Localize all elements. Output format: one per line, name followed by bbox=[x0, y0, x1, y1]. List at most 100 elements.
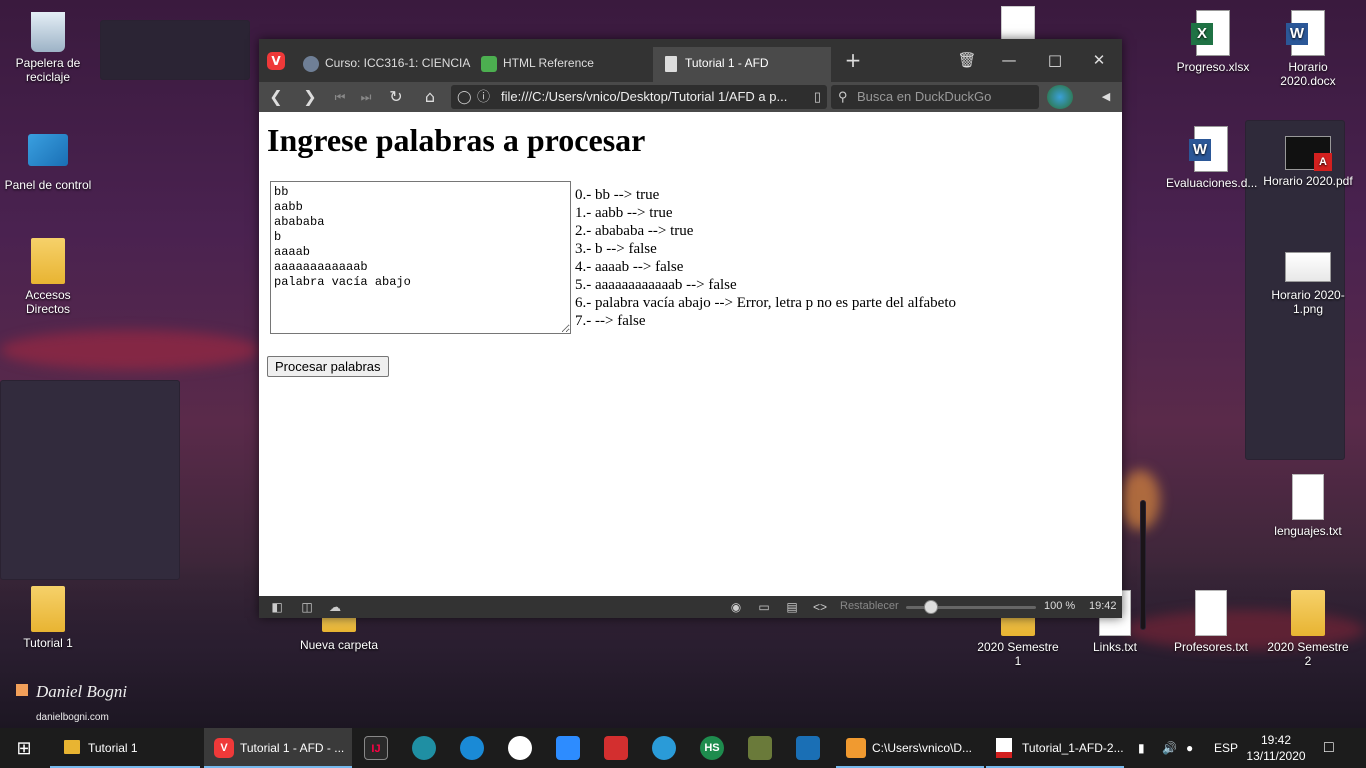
language-indicator[interactable]: ESP bbox=[1214, 728, 1238, 768]
shield-icon[interactable]: ◯ bbox=[457, 85, 472, 109]
url-text: file:///C:/Users/vnico/Desktop/Tutorial … bbox=[501, 89, 788, 104]
start-button[interactable]: ⊞ bbox=[0, 728, 48, 768]
window-icon[interactable]: ▭ bbox=[756, 600, 772, 614]
home-button[interactable]: ⌂ bbox=[419, 86, 441, 108]
status-clock: 19:42 bbox=[1089, 600, 1117, 612]
sync-cloud-icon[interactable]: ☁ bbox=[327, 600, 343, 614]
search-input[interactable]: ⚲ Busca en DuckDuckGo bbox=[831, 85, 1039, 109]
desktop-icon-evaluaciones[interactable]: Evaluaciones.d... bbox=[1166, 126, 1257, 190]
excel-file-icon bbox=[1191, 10, 1230, 56]
taskbar-item-label: C:\Users\vnico\D... bbox=[872, 741, 973, 755]
taskbar-item-pdf[interactable]: Tutorial_1-AFD-2... bbox=[986, 728, 1124, 768]
thunderbird-icon[interactable] bbox=[460, 736, 484, 760]
desktop-icon-label: Panel de control bbox=[4, 178, 92, 192]
code-icon[interactable]: <> bbox=[812, 600, 828, 614]
desktop-icon-control-panel[interactable]: Panel de control bbox=[3, 130, 93, 192]
desktop-file-thumbnail[interactable] bbox=[1001, 6, 1035, 40]
word-file-icon bbox=[1189, 126, 1228, 172]
zoom-slider-handle[interactable] bbox=[924, 600, 938, 614]
tiling-icon[interactable]: ◫ bbox=[299, 600, 315, 614]
tool-icon[interactable] bbox=[748, 736, 772, 760]
result-line: 3.- b --> false bbox=[575, 241, 657, 257]
watermark-name: Daniel Bogni bbox=[36, 682, 128, 701]
battery-icon[interactable]: ▮ bbox=[1138, 728, 1145, 768]
desktop-icon-profesores[interactable]: Profesores.txt bbox=[1166, 590, 1256, 654]
panel-toggle-icon[interactable]: ◧ bbox=[269, 600, 285, 614]
taskbar-item-vivaldi[interactable]: V Tutorial 1 - AFD - ... bbox=[204, 728, 352, 768]
reload-button[interactable]: ↻ bbox=[385, 86, 407, 108]
desktop-icon-semestre-2[interactable]: 2020 Semestre 2 bbox=[1263, 590, 1353, 668]
desktop-icon-label: Horario 2020.docx bbox=[1280, 60, 1336, 88]
info-icon[interactable]: ⓘ bbox=[477, 85, 490, 109]
bookmark-icon[interactable]: ▯ bbox=[814, 85, 821, 109]
moodle-icon bbox=[303, 56, 319, 72]
fast-forward-button[interactable]: ⏭ bbox=[355, 86, 377, 108]
back-button[interactable]: ❮ bbox=[265, 86, 287, 108]
maximize-button[interactable]: □ bbox=[1037, 47, 1073, 73]
tab-curso[interactable]: Curso: ICC316-1: CIENCIAS bbox=[293, 47, 471, 82]
download-icon[interactable] bbox=[604, 736, 628, 760]
taskbar-item-sublime[interactable]: C:\Users\vnico\D... bbox=[836, 728, 984, 768]
address-bar: ❮ ❯ ⏮ ⏭ ↻ ⌂ ◯ ⓘ file:///C:/Users/vnico/D… bbox=[259, 82, 1122, 112]
taskbar-item-label: Tutorial_1-AFD-2... bbox=[1022, 741, 1124, 755]
profile-avatar[interactable] bbox=[1047, 85, 1073, 109]
result-line: 0.- bb --> true bbox=[575, 187, 660, 203]
result-line: 2.- abababa --> true bbox=[575, 223, 694, 239]
process-words-button[interactable]: Procesar palabras bbox=[267, 356, 389, 377]
word-file-icon bbox=[1286, 10, 1325, 56]
vivaldi-icon: V bbox=[214, 738, 234, 758]
desktop-icon-horario-png[interactable]: Horario 2020-1.png bbox=[1263, 246, 1353, 316]
volume-icon[interactable]: 🔊 bbox=[1162, 728, 1177, 768]
desktop-icon-accesos-directos[interactable]: Accesos Directos bbox=[3, 238, 93, 316]
desktop-icon-horario-docx[interactable]: Horario 2020.docx bbox=[1263, 10, 1353, 88]
zoom-reset-label[interactable]: Restablecer bbox=[840, 600, 899, 612]
shark-icon[interactable] bbox=[796, 736, 820, 760]
panel-toggle-icon[interactable]: ◀ bbox=[1095, 86, 1117, 108]
sync-icon[interactable] bbox=[652, 736, 676, 760]
page-title: Ingrese palabras a procesar bbox=[267, 122, 646, 158]
close-button[interactable]: ✕ bbox=[1081, 47, 1117, 73]
camera-icon[interactable]: ◉ bbox=[728, 600, 744, 614]
results-list: 0.- bb --> true 1.- aabb --> true 2.- ab… bbox=[575, 186, 956, 330]
network-icon[interactable]: ● bbox=[1186, 728, 1193, 768]
vivaldi-menu-icon[interactable]: V bbox=[267, 52, 285, 70]
url-input[interactable]: ◯ ⓘ file:///C:/Users/vnico/Desktop/Tutor… bbox=[451, 85, 827, 109]
desktop-icon-label: lenguajes.txt bbox=[1274, 524, 1342, 538]
rewind-button[interactable]: ⏮ bbox=[329, 86, 351, 108]
new-tab-button[interactable]: + bbox=[835, 47, 871, 73]
pdf-icon bbox=[996, 738, 1012, 758]
browser-titlebar: V Curso: ICC316-1: CIENCIAS HTML Referen… bbox=[259, 39, 1122, 82]
desktop-icon-progreso[interactable]: Progreso.xlsx bbox=[1168, 10, 1258, 74]
desktop-icon-tutorial-1[interactable]: Tutorial 1 bbox=[3, 586, 93, 650]
folder-icon bbox=[1291, 590, 1325, 636]
taskbar-clock[interactable]: 19:42 13/11/2020 bbox=[1246, 732, 1306, 764]
forward-button[interactable]: ❯ bbox=[299, 86, 321, 108]
w3schools-icon bbox=[481, 56, 497, 72]
taskbar: ⊞ Tutorial 1 V Tutorial 1 - AFD - ... IJ… bbox=[0, 728, 1366, 768]
browser-statusbar: ◧ ◫ ☁ ◉ ▭ ▤ <> Restablecer 100 % 19:42 bbox=[259, 596, 1122, 618]
intellij-icon[interactable]: IJ bbox=[364, 736, 388, 760]
tab-tutorial-afd[interactable]: Tutorial 1 - AFD bbox=[653, 47, 831, 82]
app-icon-teal[interactable] bbox=[412, 736, 436, 760]
slack-icon[interactable] bbox=[508, 736, 532, 760]
search-icon: ⚲ bbox=[838, 89, 848, 104]
watermark-logo bbox=[16, 684, 28, 696]
desktop-icon-lenguajes[interactable]: lenguajes.txt bbox=[1263, 474, 1353, 538]
words-textarea[interactable] bbox=[270, 181, 571, 334]
minimize-button[interactable]: — bbox=[991, 47, 1027, 73]
result-line: 6.- palabra vacía abajo --> Error, letra… bbox=[575, 295, 956, 311]
page-viewport: Ingrese palabras a procesar 0.- bb --> t… bbox=[259, 112, 1122, 596]
tab-label: Tutorial 1 - AFD bbox=[685, 56, 769, 70]
tab-label: Curso: ICC316-1: CIENCIAS bbox=[325, 56, 471, 70]
desktop-icon-recycle-bin[interactable]: Papelera de reciclaje bbox=[3, 8, 93, 84]
desktop-icon-horario-pdf[interactable]: Horario 2020.pdf bbox=[1263, 126, 1353, 188]
tab-html-reference[interactable]: HTML Reference bbox=[471, 47, 651, 82]
notifications-icon[interactable]: □ bbox=[1324, 728, 1334, 768]
trash-icon[interactable]: 🗑 bbox=[949, 47, 985, 73]
result-line: 5.- aaaaaaaaaaaab --> false bbox=[575, 277, 737, 293]
zoom-slider[interactable] bbox=[906, 600, 1036, 614]
image-icon[interactable]: ▤ bbox=[784, 600, 800, 614]
taskbar-item-explorer[interactable]: Tutorial 1 bbox=[50, 728, 200, 768]
hs-icon[interactable]: HS bbox=[700, 736, 724, 760]
zoom-icon[interactable] bbox=[556, 736, 580, 760]
